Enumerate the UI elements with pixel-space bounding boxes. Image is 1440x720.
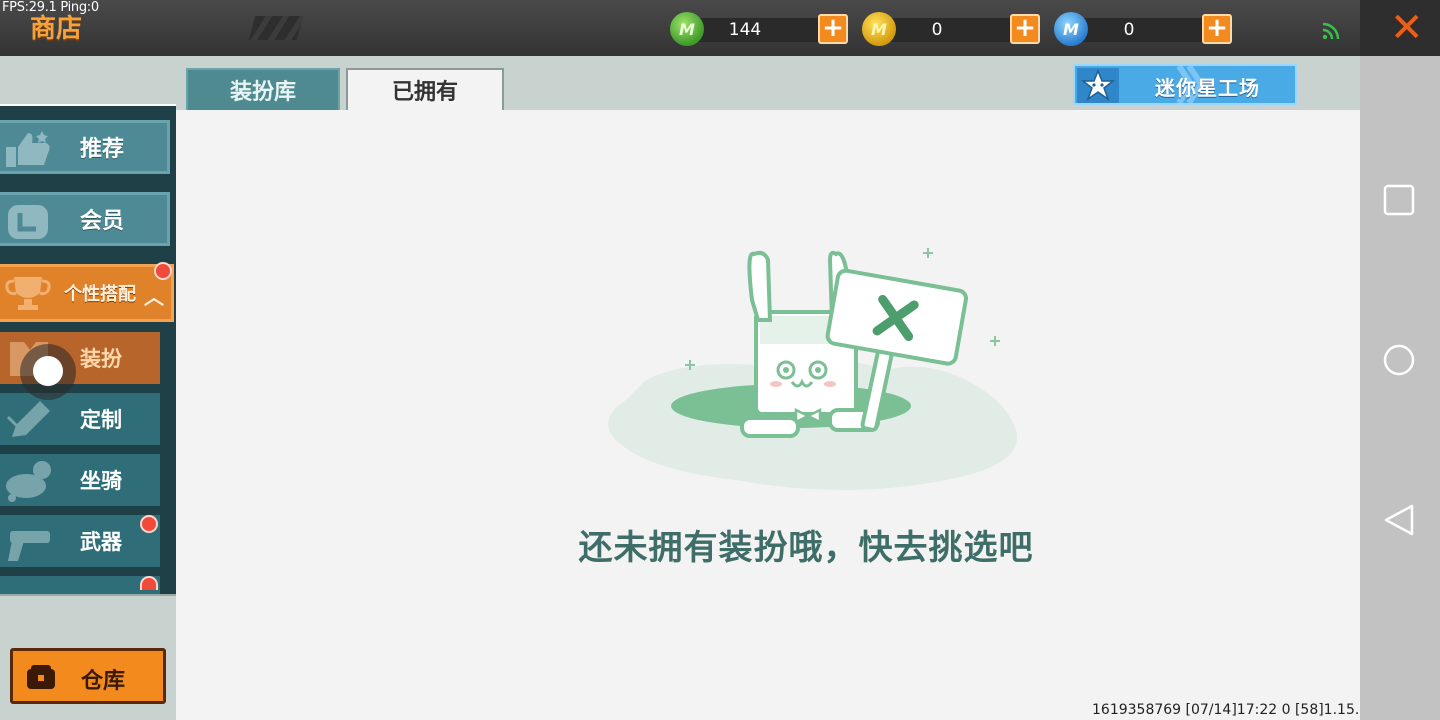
- home-icon[interactable]: [1382, 343, 1416, 377]
- empty-state-illustration: [608, 248, 1018, 490]
- virtual-joystick[interactable]: [20, 344, 76, 400]
- sidebar-item-vip[interactable]: 会员: [0, 192, 170, 246]
- sidebar-subitem-weapon[interactable]: 武器: [0, 515, 160, 567]
- currency-value: 144: [728, 20, 762, 40]
- add-green-coin-button[interactable]: +: [818, 14, 848, 44]
- add-blue-coin-button[interactable]: +: [1202, 14, 1232, 44]
- warehouse-button[interactable]: 仓库: [10, 648, 166, 704]
- thumbs-up-icon: [6, 131, 50, 167]
- fps-ping-readout: FPS:29.1 Ping:0: [2, 0, 99, 15]
- empty-state-message: 还未拥有装扮哦，快去挑选吧: [578, 528, 1034, 568]
- system-nav-bar: [1360, 56, 1440, 720]
- tab-outfit-library[interactable]: 装扮库: [186, 68, 340, 110]
- sidebar-subitem-partial[interactable]: [0, 576, 160, 594]
- vip-badge-icon: [8, 205, 48, 239]
- close-shop-button[interactable]: ✕: [1390, 6, 1424, 50]
- sidebar-item-recommend[interactable]: 推荐: [0, 120, 170, 174]
- sidebar-item-label: 装扮: [80, 347, 122, 371]
- blue-mini-coin-icon: M: [1054, 12, 1088, 46]
- currency-green: 144 M +: [670, 12, 850, 46]
- currency-blue: 0 M +: [1054, 12, 1234, 46]
- trophy-icon: [5, 277, 51, 310]
- sidebar-item-label: 坐骑: [80, 469, 122, 493]
- currency-gold: 0 M +: [862, 12, 1042, 46]
- recent-apps-icon[interactable]: [1382, 183, 1416, 217]
- tab-owned[interactable]: 已拥有: [346, 68, 504, 110]
- sidebar-subitem-customize[interactable]: 定制: [0, 393, 160, 445]
- pistol-icon: [8, 531, 50, 561]
- gold-mini-coin-icon: M: [862, 12, 896, 46]
- chest-icon: [27, 665, 55, 689]
- back-icon[interactable]: [1382, 503, 1416, 537]
- mini-workshop-button[interactable]: 迷你星工场: [1073, 64, 1297, 105]
- notification-dot: [154, 262, 172, 280]
- chevron-up-icon: ︿: [144, 285, 164, 309]
- star-icon: [1081, 69, 1115, 101]
- pencil-icon: [6, 401, 50, 437]
- sidebar-item-label: 定制: [80, 408, 122, 432]
- decorative-stripes: [248, 16, 304, 40]
- sidebar-item-label: 武器: [80, 530, 122, 554]
- sidebar-item-label: 会员: [80, 209, 125, 234]
- signal-icon: [1322, 22, 1340, 40]
- mount-icon: [6, 461, 51, 502]
- debug-info: 1619358769 [07/14]17:22 0 [58]1.15.0: [1092, 702, 1369, 718]
- add-gold-coin-button[interactable]: +: [1010, 14, 1040, 44]
- currency-value: 0: [931, 20, 943, 40]
- currency-value: 0: [1123, 20, 1135, 40]
- sidebar-item-label: 个性搭配: [64, 284, 136, 305]
- green-mini-coin-icon: M: [670, 12, 704, 46]
- notification-dot: [140, 576, 158, 590]
- sidebar-subitem-mount[interactable]: 坐骑: [0, 454, 160, 506]
- notification-dot: [140, 515, 158, 533]
- sidebar-item-label: 推荐: [80, 137, 125, 162]
- sidebar-item-personal-style[interactable]: 个性搭配 ︿: [0, 264, 174, 322]
